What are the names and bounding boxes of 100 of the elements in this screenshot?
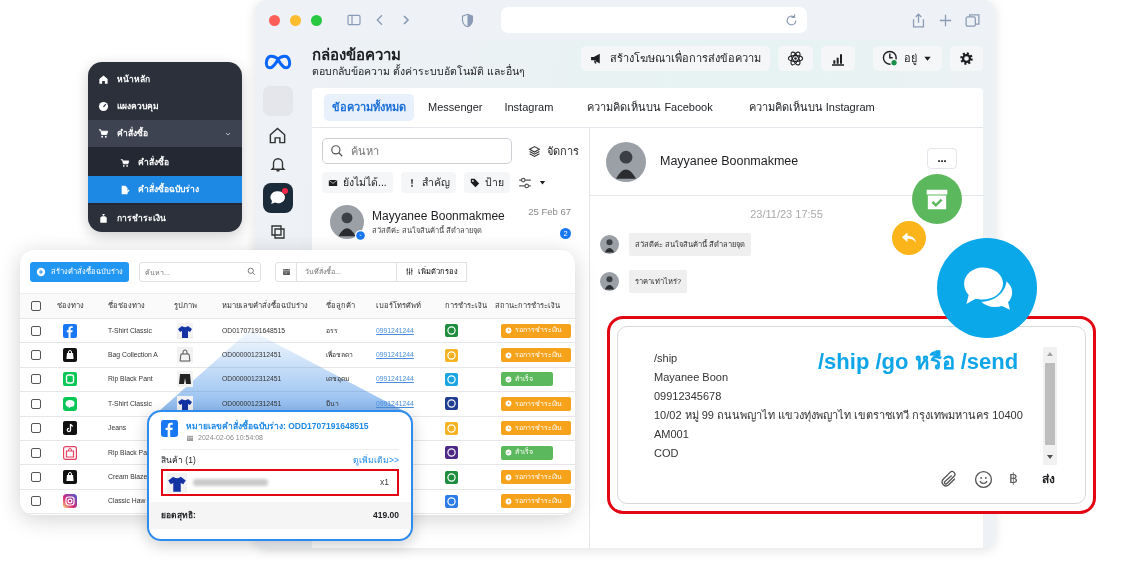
megaphone-icon <box>590 52 603 65</box>
page-title: กล่องข้อความ <box>312 46 402 64</box>
checkbox[interactable] <box>31 398 41 409</box>
money-bag-icon <box>98 213 109 224</box>
messenger-badge-icon <box>355 230 366 241</box>
see-more-link[interactable]: ดูเพิ่มเติม>> <box>353 454 399 467</box>
filter-chip[interactable]: ยังไม่ได้... <box>322 172 393 193</box>
home-icon[interactable] <box>268 126 287 145</box>
select-all-checkbox[interactable] <box>31 301 41 311</box>
avatar <box>330 205 364 239</box>
checkbox[interactable] <box>31 374 41 385</box>
cart-icon <box>98 128 109 139</box>
status-dropdown[interactable]: อยู่ <box>873 46 942 71</box>
contact-name: Mayyanee Boonmakmee <box>372 208 506 225</box>
menu-item[interactable]: คำสั่งซื้อฉบับร่าง <box>88 176 242 203</box>
checkbox[interactable] <box>31 350 41 361</box>
chat-icon <box>268 189 287 207</box>
order-title: หมายเลขคำสั่งซื้อฉบับร่าง: ODD1707191648515 <box>186 420 369 433</box>
check-icon <box>505 375 512 383</box>
text-line: 10/02 หมู่ 99 ถนนพญาไท แขวงทุ่งพญาไท เขตราชเทวี กรุงเทพมหานคร 10400 <box>654 408 1023 424</box>
plus-circle-icon <box>36 266 46 277</box>
filter-chip[interactable]: สำคัญ <box>400 172 456 193</box>
contact-name: Mayyanee Boonmakmee <box>660 153 799 171</box>
paperclip-icon <box>939 469 958 489</box>
clock-icon <box>505 424 512 432</box>
text-line: Mayanee Boon <box>654 370 728 385</box>
chat-button[interactable] <box>262 183 293 213</box>
tab[interactable]: ข้อความทั้งหมด <box>324 94 414 121</box>
avatar <box>606 141 646 182</box>
filter-chip[interactable]: ป้าย <box>463 172 510 193</box>
clock-icon <box>505 497 512 505</box>
menu-item[interactable]: การชำระเงิน <box>88 205 242 232</box>
filter-dropdown[interactable] <box>517 175 547 190</box>
settings-icon <box>959 51 974 66</box>
clock-icon <box>882 50 899 67</box>
chart-button[interactable] <box>821 46 855 71</box>
sliders-icon <box>517 175 532 190</box>
tag-icon <box>469 177 480 188</box>
text-line: /ship <box>654 351 678 366</box>
checkbox[interactable] <box>31 447 41 458</box>
attach-button[interactable] <box>939 468 958 489</box>
text-line: AM001 <box>654 427 689 442</box>
items-label: สินค้า (1) <box>161 454 196 467</box>
ad-button[interactable]: สร้างโฆษณาเพื่อการส่งข้อความ <box>581 46 770 71</box>
text-line: COD <box>654 446 679 461</box>
smiley-icon <box>974 469 993 489</box>
tab[interactable]: Messenger <box>420 94 491 121</box>
message-date: 25 Feb 67 <box>528 205 571 220</box>
more-button[interactable]: ... <box>927 148 957 169</box>
close-button[interactable] <box>269 14 280 26</box>
timestamp: 23/11/23 17:55 <box>750 207 823 222</box>
calendar-icon <box>186 434 194 442</box>
item-quantity: x1 <box>380 476 389 489</box>
clock-icon <box>505 473 512 481</box>
checkbox[interactable] <box>31 325 41 336</box>
menu-item[interactable]: คำสั่งซื้อ <box>88 149 242 176</box>
clock-icon <box>505 351 512 359</box>
clock-icon <box>505 327 512 335</box>
tab[interactable]: ความคิดเห็นบน Facebook <box>579 94 721 121</box>
menu-item[interactable]: หน้าหลัก <box>88 66 242 93</box>
check-icon <box>505 449 512 457</box>
gauge-icon <box>98 101 109 112</box>
reload-icon[interactable] <box>784 12 799 28</box>
send-button[interactable]: ส่ง <box>1042 469 1055 488</box>
bell-icon[interactable] <box>268 155 287 173</box>
document-icon <box>120 184 130 195</box>
tab[interactable]: ความคิดเห็นบน Instagram <box>740 94 883 121</box>
channel-icon <box>161 420 178 437</box>
clock-icon <box>505 400 512 408</box>
manage-button[interactable]: จัดการ <box>528 142 579 160</box>
search-icon <box>247 266 256 276</box>
pages-icon[interactable] <box>268 223 287 241</box>
command-hint: /ship /go หรือ /send <box>818 348 1019 376</box>
emoji-button[interactable] <box>974 468 993 489</box>
baht-button[interactable]: ฿ <box>1009 468 1018 489</box>
search-icon <box>330 144 344 158</box>
checkbox[interactable] <box>31 423 41 434</box>
settings-button[interactable] <box>950 46 983 71</box>
tab[interactable]: Instagram <box>496 94 562 121</box>
calendar-button[interactable] <box>275 261 297 282</box>
checkbox[interactable] <box>31 496 41 507</box>
sidebar-toggle-icon[interactable] <box>346 12 362 28</box>
avatar <box>600 271 619 291</box>
layers-icon <box>528 144 541 158</box>
search-field[interactable]: ค้นหา <box>322 138 512 164</box>
checkbox[interactable] <box>31 472 41 483</box>
menu-item[interactable]: แผงควบคุม <box>88 93 242 120</box>
atom-button[interactable] <box>778 46 813 71</box>
home-icon <box>98 74 109 85</box>
scrollbar[interactable] <box>1043 347 1057 465</box>
envelope-icon <box>328 177 338 188</box>
avatar <box>600 234 619 254</box>
total-amount: 419.00 <box>373 509 399 522</box>
shield-icon <box>460 12 475 28</box>
caret-icon <box>537 178 547 187</box>
text-line: 09912345678 <box>654 389 722 404</box>
package-check-button[interactable] <box>912 174 962 224</box>
page-subtitle: ตอบกลับข้อความ ตั้งค่าระบบอัตโนมัติ และอื่นๆ <box>312 64 525 79</box>
menu-item[interactable]: คำสั่งซื้อ <box>88 120 242 147</box>
calendar-icon <box>281 267 291 276</box>
